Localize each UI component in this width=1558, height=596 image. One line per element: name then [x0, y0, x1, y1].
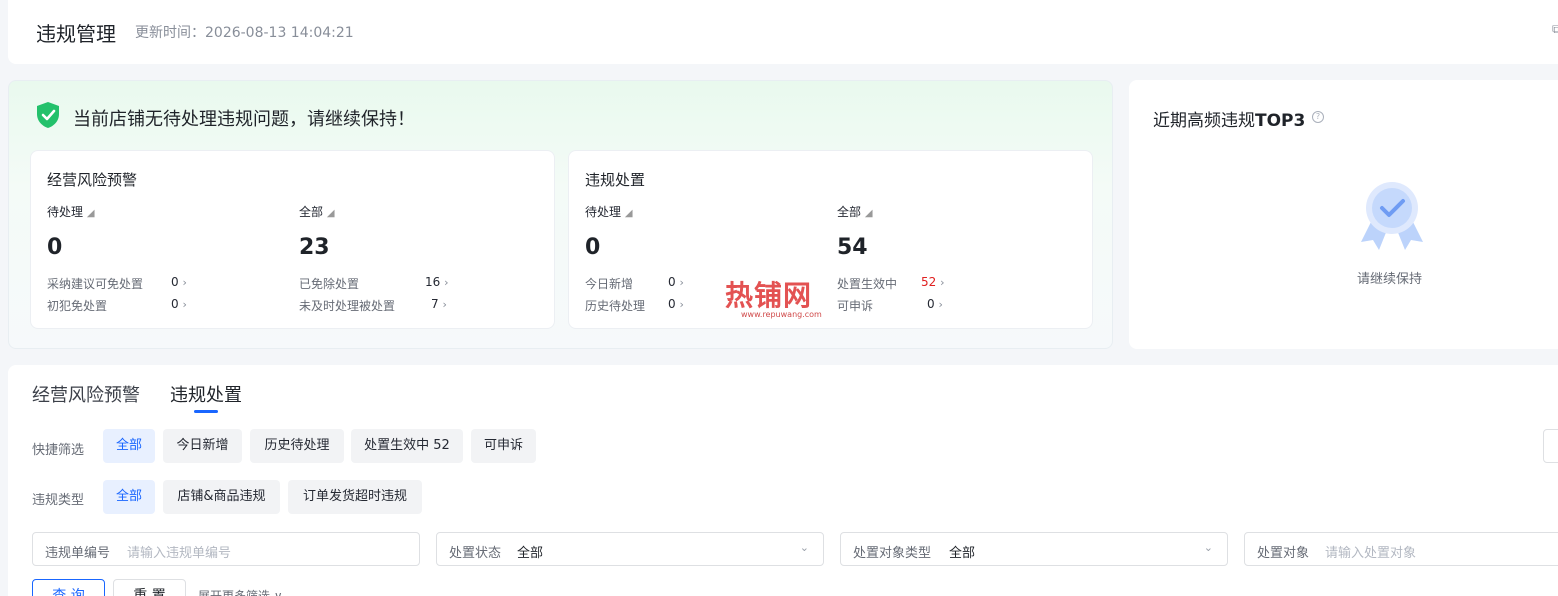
type-filter-store-product[interactable]: 店铺&商品违规	[163, 480, 280, 514]
all-count: 54	[837, 235, 868, 260]
quick-filter-history[interactable]: 历史待处理	[250, 429, 344, 463]
update-time: 更新时间：2026-08-13 14:04:21	[135, 25, 354, 41]
violation-card: 违规处置 待处理 ◢ 0 全部 ◢ 54 今日新增 0 › 历史待处理 0 › …	[568, 150, 1093, 329]
all-count: 23	[299, 235, 330, 260]
chevron-right-icon: ›	[444, 276, 449, 289]
quick-filter-all[interactable]: 全部	[103, 429, 155, 463]
stat-link[interactable]: 16 ›	[425, 275, 449, 289]
medal-icon	[1361, 182, 1423, 250]
card-title: 经营风险预警	[47, 171, 138, 189]
type-filter-all[interactable]: 全部	[103, 480, 155, 514]
page-header: 违规管理 更新时间：2026-08-13 14:04:21 ⧉	[8, 0, 1558, 64]
pending-count: 0	[585, 235, 601, 260]
status-banner: 当前店铺无待处理违规问题，请继续保持！	[73, 109, 415, 130]
watermark-logo: 热铺网 www.repuwang.com	[725, 279, 822, 319]
reset-button[interactable]: 重 置	[113, 579, 186, 596]
signal-icon: ◢	[864, 208, 873, 219]
stat-label: 处置生效中	[837, 277, 898, 291]
expand-filters-link[interactable]: 展开更多筛选 ∨	[198, 587, 283, 596]
stat-label: 未及时处理被处置	[299, 299, 396, 313]
target-input[interactable]: 请输入处置对象	[1325, 542, 1416, 561]
chevron-right-icon: ›	[679, 276, 684, 289]
chevron-right-icon: ›	[940, 276, 945, 289]
violation-id-field[interactable]: 违规单编号 请输入违规单编号	[32, 532, 420, 566]
quick-filter-today[interactable]: 今日新增	[163, 429, 242, 463]
risk-warning-card: 经营风险预警 待处理 ◢ 0 全部 ◢ 23 采纳建议可免处置 0 › 初犯免处…	[30, 150, 555, 329]
chevron-right-icon: ›	[442, 298, 447, 311]
quick-filter-active[interactable]: 处置生效中 52	[351, 429, 463, 463]
quick-filter-label: 快捷筛选	[32, 443, 85, 458]
stat-link[interactable]: 7 ›	[431, 297, 447, 311]
signal-icon: ◢	[326, 208, 335, 219]
all-label: 全部 ◢	[299, 205, 335, 219]
signal-icon: ◢	[86, 208, 95, 219]
stat-link[interactable]: 0 ›	[171, 297, 187, 311]
help-icon[interactable]: ?	[1312, 111, 1324, 123]
target-field[interactable]: 处置对象 请输入处置对象	[1244, 532, 1558, 566]
stat-label: 历史待处理	[585, 299, 646, 313]
tab-risk-warning[interactable]: 经营风险预警	[32, 381, 140, 407]
violation-type-label: 违规类型	[32, 493, 85, 508]
type-filter-shipping-timeout[interactable]: 订单发货超时违规	[288, 480, 422, 514]
page-title: 违规管理	[36, 22, 116, 46]
chevron-right-icon: ›	[679, 298, 684, 311]
stat-link[interactable]: 0 ›	[668, 297, 684, 311]
signal-icon: ◢	[624, 208, 633, 219]
stat-label: 采纳建议可免处置	[47, 277, 144, 291]
violation-id-input[interactable]: 请输入违规单编号	[127, 542, 231, 561]
tab-violation[interactable]: 违规处置	[170, 381, 242, 407]
chevron-right-icon: ›	[182, 298, 187, 311]
tab-indicator	[194, 410, 218, 413]
pending-label: 待处理 ◢	[585, 205, 633, 219]
stat-label: 已免除处置	[299, 277, 360, 291]
stat-link[interactable]: 52 ›	[921, 275, 945, 289]
chevron-right-icon: ›	[938, 298, 943, 311]
chevron-right-icon: ›	[182, 276, 187, 289]
pending-count: 0	[47, 235, 63, 260]
stat-link[interactable]: 0 ›	[927, 297, 943, 311]
all-label: 全部 ◢	[837, 205, 873, 219]
empty-state-text: 请继续保持	[1357, 272, 1423, 287]
status-select[interactable]: 处置状态 全部 ⌄	[436, 532, 824, 566]
card-title: 违规处置	[585, 171, 646, 189]
pending-label: 待处理 ◢	[47, 205, 95, 219]
stat-link[interactable]: 0 ›	[171, 275, 187, 289]
copy-icon[interactable]: ⧉	[1552, 22, 1558, 37]
chevron-down-icon: ⌄	[1203, 541, 1213, 554]
stat-link[interactable]: 0 ›	[668, 275, 684, 289]
chevron-down-icon: ⌄	[799, 541, 809, 554]
stat-label: 今日新增	[585, 277, 634, 291]
stat-label: 可申诉	[837, 299, 874, 313]
top3-title: 近期高频违规TOP3	[1153, 111, 1306, 131]
filter-section: 经营风险预警 违规处置 快捷筛选 全部 今日新增 历史待处理 处置生效中 52 …	[8, 365, 1558, 596]
toolbar-button[interactable]	[1543, 429, 1558, 463]
top3-panel: 近期高频违规TOP3 ? 请继续保持	[1129, 80, 1558, 349]
shield-check-icon	[37, 102, 59, 128]
quick-filter-appealable[interactable]: 可申诉	[471, 429, 536, 463]
query-button[interactable]: 查 询	[32, 579, 105, 596]
target-type-select[interactable]: 处置对象类型 全部 ⌄	[840, 532, 1228, 566]
summary-panel: 当前店铺无待处理违规问题，请继续保持！ 经营风险预警 待处理 ◢ 0 全部 ◢ …	[8, 80, 1113, 349]
stat-label: 初犯免处置	[47, 299, 108, 313]
